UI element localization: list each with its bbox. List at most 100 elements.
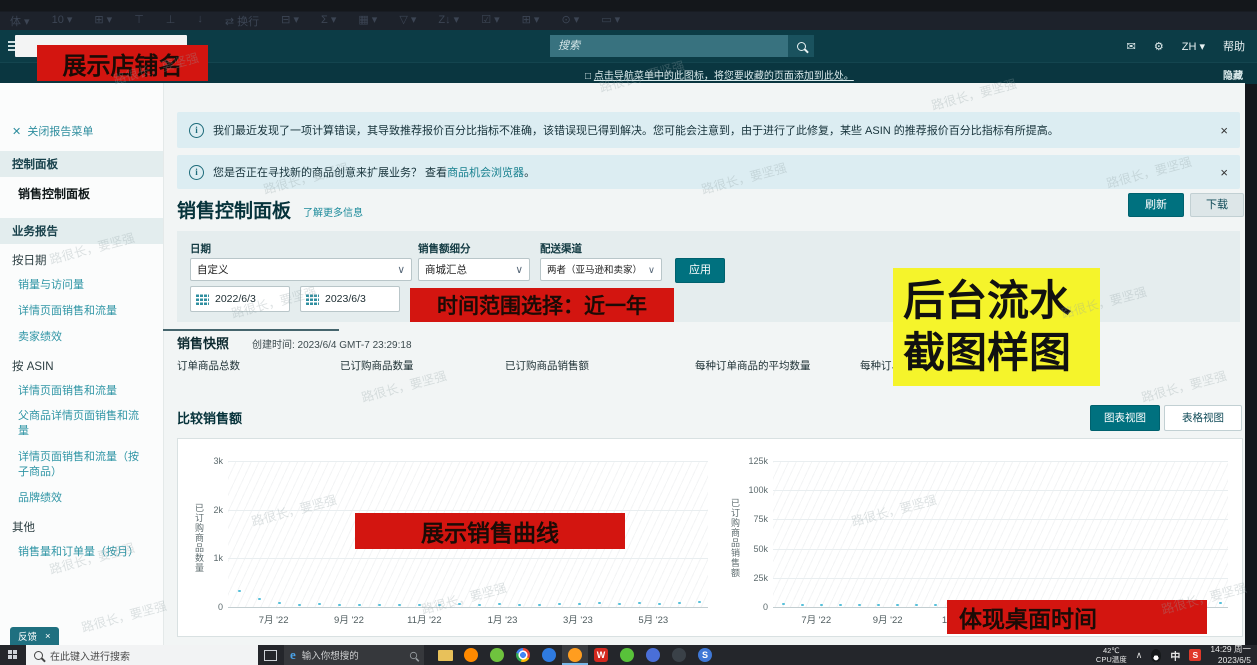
plot-area: 125k100k75k50k25k07月 '229月 '2211月 '221月 … (773, 461, 1228, 607)
data-point (518, 604, 521, 606)
taskbar-slot[interactable] (510, 645, 536, 665)
toolbar-glyph[interactable]: 10 ▾ (52, 13, 73, 29)
close-icon[interactable]: × (1220, 165, 1228, 180)
cpu-temperature[interactable]: 42℃CPU温度 (1096, 646, 1127, 665)
table-view-button[interactable]: 表格视图 (1164, 405, 1242, 431)
language-selector[interactable]: ZH ▾ (1182, 40, 1205, 53)
date-from-input[interactable]: 2022/6/3 (190, 286, 290, 312)
screen: 体 ▾ 10 ▾ ⊞ ▾ ⊤ ⊥ ↓ ⇄ 换行 ⊟ ▾ Σ ▾ ▦ ▾ ▽ ▾ Z↓ ▾ ☑ ▾ ⊞ ▾ ⊙… (0, 0, 1257, 665)
toolbar-glyph[interactable]: ▽ ▾ (399, 13, 416, 29)
chart-view-button[interactable]: 图表视图 (1090, 405, 1160, 431)
sidebar-item-link[interactable]: 销量与访问量 (0, 272, 163, 298)
toolbar-glyph[interactable]: 体 ▾ (10, 13, 30, 29)
snapshot-column-header: 已订购商品销售额 (505, 358, 589, 373)
data-point (258, 598, 261, 600)
close-icon[interactable]: × (1220, 123, 1228, 138)
data-point (915, 604, 918, 606)
taskbar-clock[interactable]: 14:29 周一2023/6/5 (1210, 644, 1251, 665)
help-link[interactable]: 帮助 (1223, 38, 1245, 54)
info-icon: i (189, 165, 204, 180)
toolbar-glyph[interactable]: ⊟ ▾ (281, 13, 299, 29)
data-point (278, 602, 281, 604)
feedback-button[interactable]: 反馈× (10, 627, 59, 645)
start-button[interactable] (0, 645, 26, 665)
taskbar: 在此键入进行搜索 e 输入你想搜的 W S 42℃CPU温度 ∧ 中 S 14:2… (0, 645, 1257, 665)
breakdown-label: 销售额细分 (418, 241, 471, 256)
taskbar-slot[interactable]: S (692, 645, 718, 665)
data-point (318, 603, 321, 605)
firefox-active-icon (568, 648, 582, 662)
taskbar-slot[interactable] (536, 645, 562, 665)
toolbar-glyph[interactable]: ⊥ (166, 13, 176, 29)
taskbar-slot[interactable] (562, 645, 588, 665)
sidebar-item-link[interactable]: 详情页面销售和流量 (0, 378, 163, 404)
gridline (228, 607, 708, 608)
y-tick-label: 3k (196, 456, 223, 466)
data-point (698, 601, 701, 603)
sidebar-item-link[interactable]: 品牌绩效 (0, 485, 163, 511)
toolbar-glyph[interactable]: ⊞ ▾ (522, 13, 540, 29)
toolbar-glyph[interactable]: ▦ ▾ (358, 13, 377, 29)
mail-icon[interactable]: ✉ (1127, 40, 1136, 53)
toolbar-glyph[interactable]: Z↓ ▾ (438, 13, 459, 29)
task-view-button[interactable] (258, 650, 282, 661)
date-to-input[interactable]: 2023/6/3 (300, 286, 400, 312)
download-button[interactable]: 下载 (1190, 193, 1244, 217)
taskbar-slot[interactable] (640, 645, 666, 665)
opportunity-explorer-link[interactable]: 商品机会浏览器 (447, 167, 524, 179)
apply-button[interactable]: 应用 (675, 258, 725, 283)
tray-expand-icon[interactable]: ∧ (1136, 650, 1143, 661)
section-divider (163, 329, 339, 331)
ime-indicator[interactable]: 中 (1170, 648, 1180, 663)
taskbar-slot[interactable] (666, 645, 692, 665)
sogou-input-icon[interactable]: S (1189, 649, 1201, 661)
search-input[interactable]: 搜索 (550, 35, 788, 57)
taskbar-slot[interactable] (458, 645, 484, 665)
banner-text: 我们最近发现了一项计算错误，其导致推荐报价百分比指标不准确，该错误现已得到解决。… (213, 122, 1059, 138)
data-point (358, 604, 361, 606)
toolbar-glyph[interactable]: ⊤ (134, 13, 144, 29)
sidebar-item-active[interactable]: 销售控制面板 (0, 177, 163, 208)
banner-text: 您是否正在寻找新的商品创意来扩展业务？ 查看商品机会浏览器。 (213, 164, 535, 180)
toolbar-glyph[interactable]: ⊞ ▾ (94, 13, 112, 29)
notice-banner-1: i 我们最近发现了一项计算错误，其导致推荐报价百分比指标不准确，该错误现已得到解… (177, 112, 1240, 148)
toolbar-glyph[interactable]: ▭ ▾ (601, 13, 620, 29)
gear-icon[interactable]: ⚙ (1154, 40, 1164, 53)
sidebar-item-link[interactable]: 详情页面销售和流量 (0, 298, 163, 324)
taskbar-slot[interactable]: W (588, 645, 614, 665)
toolbar-glyph[interactable]: ↓ (197, 13, 203, 29)
data-point (820, 604, 823, 606)
search-button[interactable] (788, 35, 814, 57)
learn-more-link[interactable]: 了解更多信息 (303, 204, 363, 219)
browser-search-widget[interactable]: e 输入你想搜的 (284, 645, 424, 665)
sidebar-item-link[interactable]: 详情页面销售和流量（按子商品） (0, 444, 163, 485)
qq-icon[interactable] (1151, 649, 1161, 662)
toolbar-glyph[interactable]: ☑ ▾ (481, 13, 499, 29)
taskbar-slot[interactable] (432, 645, 458, 665)
sidebar-item-link[interactable]: 卖家绩效 (0, 324, 163, 350)
snapshot-column-header: 订单商品总数 (177, 358, 240, 373)
snapshot-column-header: 已订购商品数量 (340, 358, 414, 373)
taskbar-search-input[interactable]: 在此键入进行搜索 (26, 645, 258, 665)
close-icon[interactable]: × (45, 631, 51, 642)
data-point (618, 603, 621, 605)
y-tick-label: 100k (741, 485, 768, 495)
gridline (773, 519, 1228, 520)
close-report-menu[interactable]: ✕ 关闭报告菜单 (12, 123, 163, 139)
taskbar-slot[interactable] (484, 645, 510, 665)
toolbar-glyph[interactable]: ⇄ 换行 (225, 13, 259, 29)
channel-dropdown[interactable]: 两者（亚马逊和卖家）∨ (540, 258, 662, 281)
data-point (801, 604, 804, 606)
refresh-button[interactable]: 刷新 (1128, 193, 1184, 217)
toolbar-glyph[interactable]: ⊙ ▾ (561, 13, 579, 29)
sidebar-item-link[interactable]: 销售量和订单量（按月） (0, 539, 163, 565)
notice-banner-2: i 您是否正在寻找新的商品创意来扩展业务？ 查看商品机会浏览器。 × (177, 155, 1240, 189)
hide-button[interactable]: 隐藏 (1223, 67, 1243, 82)
toolbar-glyph[interactable]: Σ ▾ (321, 13, 336, 29)
breakdown-dropdown[interactable]: 商城汇总∨ (418, 258, 530, 281)
data-point (558, 603, 561, 605)
task-view-icon (264, 650, 277, 661)
sidebar-item-link[interactable]: 父商品详情页面销售和流量 (0, 403, 163, 444)
taskbar-slot[interactable] (614, 645, 640, 665)
date-range-dropdown[interactable]: 自定义∨ (190, 258, 412, 281)
